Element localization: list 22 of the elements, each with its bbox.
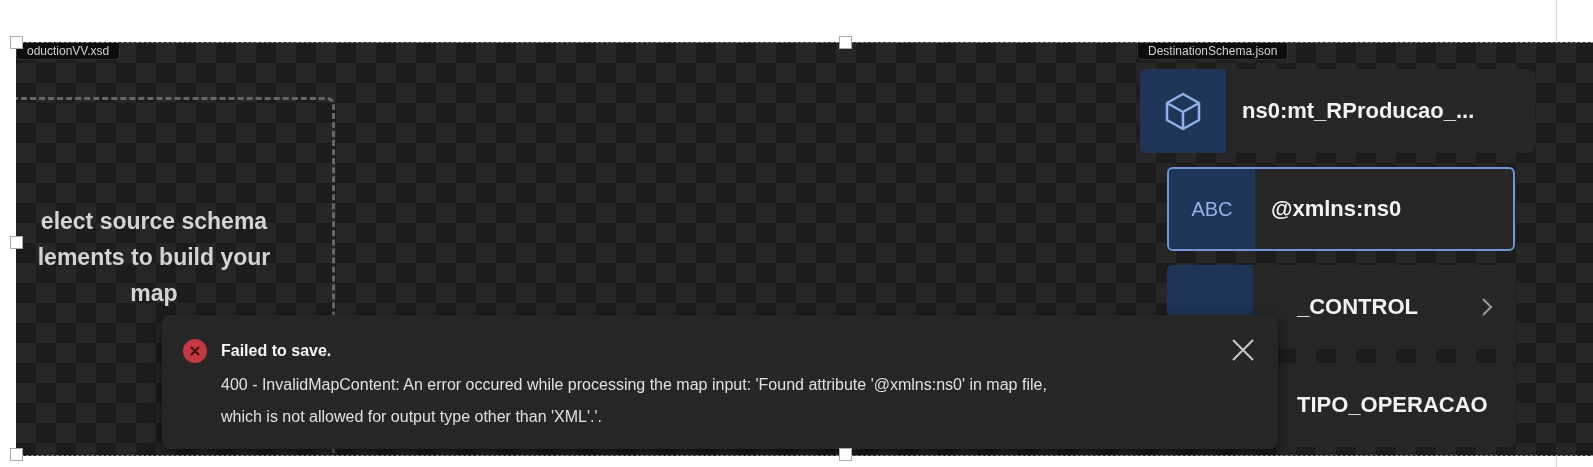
schema-node[interactable]: ABC @xmlns:ns0 — [1167, 167, 1515, 251]
resize-handle[interactable] — [839, 448, 852, 461]
hint-text: elect source schema — [40, 207, 268, 236]
string-type-label: ABC — [1191, 197, 1233, 221]
resize-handle[interactable] — [10, 448, 23, 461]
error-icon — [182, 338, 208, 364]
hint-text: lements to build your — [37, 243, 271, 272]
node-label: @xmlns:ns0 — [1271, 196, 1403, 222]
source-schema-tab[interactable]: oductionVV.xsd — [16, 43, 121, 60]
node-label: _CONTROL — [1297, 294, 1419, 320]
hint-text: map — [130, 279, 178, 308]
schema-node[interactable]: ns0:mt_RProducao_... — [1140, 69, 1535, 153]
resize-handle[interactable] — [10, 236, 23, 249]
close-icon[interactable] — [1232, 339, 1254, 361]
resize-handle[interactable] — [839, 36, 852, 49]
toast-message: 400 - InvalidMapContent: An error occured while processing the map input: 'Found attribute '@xmlns:ns0' in map file, which is not allowed for output type other than 'XML'.'. — [221, 375, 1048, 427]
chevron-right-icon[interactable] — [1481, 297, 1493, 317]
destination-schema-tab[interactable]: DestinationSchema.json — [1137, 43, 1289, 60]
toast-title: Failed to save. — [221, 341, 333, 361]
node-label: ns0:mt_RProducao_... — [1242, 98, 1476, 124]
resize-handle[interactable] — [10, 36, 23, 49]
node-label: TIPO_OPERACAO — [1297, 392, 1489, 418]
